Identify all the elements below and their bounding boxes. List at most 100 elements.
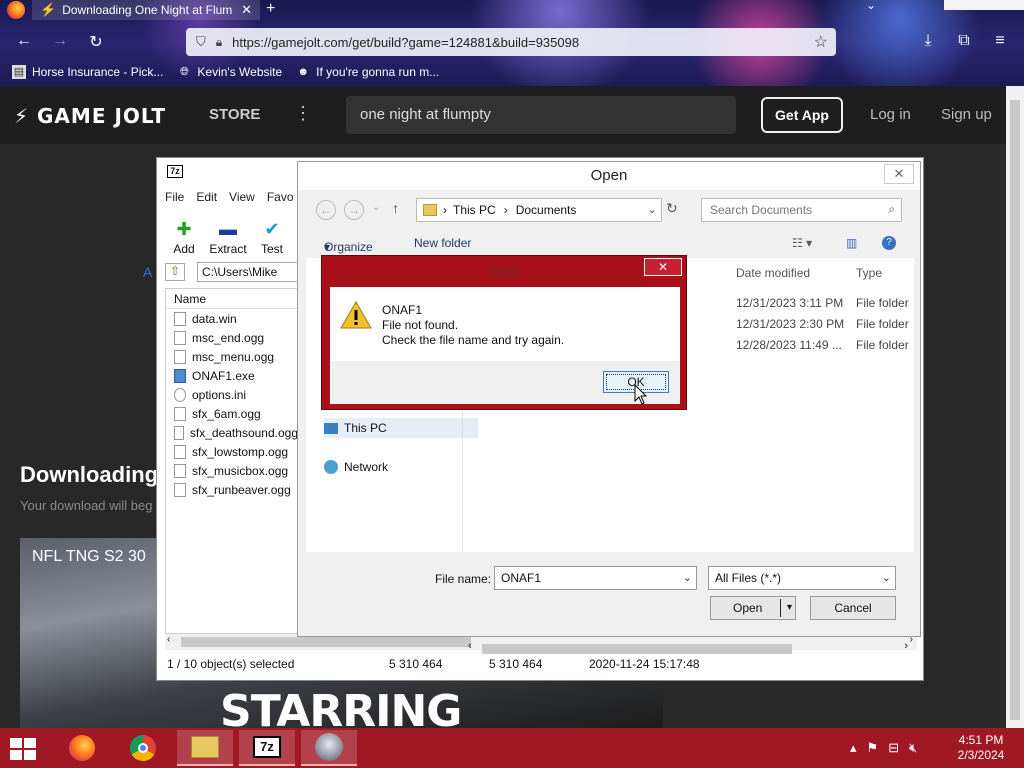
downloads-icon[interactable]: ⤓ <box>918 32 938 50</box>
file-name-input[interactable]: ONAF1 ⌄ <box>494 566 697 590</box>
site-search-input[interactable]: one night at flumpty <box>346 96 736 134</box>
error-close-button[interactable]: ✕ <box>644 258 682 276</box>
firefox-icon[interactable] <box>7 1 25 19</box>
bookmark-horse-insurance[interactable]: ▤ Horse Insurance - Pick... <box>12 65 163 79</box>
new-tab-button[interactable]: + <box>266 0 275 18</box>
windows-start-icon[interactable] <box>10 738 38 760</box>
folder-row[interactable]: 12/31/2023 3:11 PM File folder <box>736 296 909 310</box>
breadcrumb-documents[interactable]: Documents <box>516 203 577 217</box>
menu-file[interactable]: File <box>165 190 184 204</box>
extensions-icon[interactable]: ⧉ <box>954 32 974 50</box>
search-documents-input[interactable]: Search Documents ⌕ <box>701 198 902 222</box>
breadcrumb[interactable]: › This PC › Documents ⌄ <box>416 198 662 222</box>
store-link[interactable]: STORE <box>209 106 260 123</box>
taskbar-file-explorer[interactable] <box>177 730 233 766</box>
menu-edit[interactable]: Edit <box>196 190 217 204</box>
gamejolt-logo[interactable]: ⚡ GAME JOLT <box>14 104 166 128</box>
view-options-icon[interactable]: ☷ ▾ <box>792 236 812 250</box>
bookmark-star-icon[interactable]: ☆ <box>814 32 828 52</box>
tab-list-chevron-icon[interactable]: ⌄ <box>866 0 876 12</box>
recent-locations-icon[interactable]: ⌄ <box>372 202 380 213</box>
help-icon[interactable]: ? <box>882 236 896 250</box>
back-icon[interactable]: ← <box>316 200 336 220</box>
url-text[interactable]: https://gamejolt.com/get/build?game=1248… <box>232 35 579 50</box>
bookmark-kevins-website[interactable]: 🌐︎ Kevin's Website <box>177 65 282 79</box>
scroll-left-icon[interactable]: ‹ <box>468 640 472 652</box>
folder-row[interactable]: 12/28/2023 11:49 ... File folder <box>736 338 909 352</box>
preview-pane-icon[interactable]: ▥ <box>846 236 857 250</box>
open-dialog-hscrollbar[interactable]: ‹ › <box>466 640 910 656</box>
flag-icon[interactable]: ⚑ <box>867 740 879 756</box>
file-name: ONAF1.exe <box>192 368 255 383</box>
partial-link[interactable]: A <box>143 264 152 280</box>
chevron-down-icon[interactable]: ⌄ <box>683 571 692 584</box>
file-row[interactable]: data.win <box>166 309 298 328</box>
folder-row[interactable]: 12/31/2023 2:30 PM File folder <box>736 317 909 331</box>
lock-icon[interactable]: 🔒︎ <box>216 35 222 50</box>
7zip-hscroll-thumb[interactable] <box>181 637 471 647</box>
page-scrollbar[interactable] <box>1006 86 1024 728</box>
column-type[interactable]: Type <box>856 266 882 280</box>
breadcrumb-this-pc[interactable]: This PC <box>453 203 496 217</box>
scroll-right-icon[interactable]: › <box>904 640 908 652</box>
volume-muted-icon[interactable]: 🔇︎ <box>909 740 917 756</box>
reload-icon[interactable]: ↻ <box>86 32 106 52</box>
open-dialog-hscroll-thumb[interactable] <box>482 644 792 654</box>
menu-view[interactable]: View <box>229 190 255 204</box>
column-date-modified[interactable]: Date modified <box>736 266 810 280</box>
file-row[interactable]: msc_menu.ogg <box>166 347 298 366</box>
chevron-down-icon[interactable]: ▾ <box>787 597 792 619</box>
file-type-select[interactable]: All Files (*.*) ⌄ <box>708 566 896 590</box>
clock-date: 2/3/2024 <box>957 748 1005 762</box>
more-vertical-icon[interactable]: ⋮ <box>294 103 312 124</box>
signup-link[interactable]: Sign up <box>941 106 992 123</box>
taskbar-7zip[interactable]: 7z <box>239 730 295 766</box>
network-icon[interactable]: ⊟ <box>888 740 899 756</box>
file-row[interactable]: sfx_musicbox.ogg <box>166 461 298 480</box>
file-row[interactable]: sfx_runbeaver.ogg <box>166 480 298 499</box>
refresh-icon[interactable]: ↻ <box>666 200 678 217</box>
back-icon[interactable]: ← <box>14 32 34 50</box>
chevron-down-icon[interactable]: ⌄ <box>882 571 891 584</box>
nav-this-pc[interactable]: This PC <box>324 418 478 438</box>
forward-icon[interactable]: → <box>344 200 364 220</box>
get-app-button[interactable]: Get App <box>761 97 843 133</box>
scroll-left-icon[interactable]: ‹ <box>167 634 170 645</box>
browser-tab[interactable]: ⚡ Downloading One Night at Flumpty ✕ <box>32 0 260 20</box>
nav-network[interactable]: Network <box>324 460 388 474</box>
login-link[interactable]: Log in <box>870 106 911 123</box>
file-row[interactable]: ONAF1.exe <box>166 366 298 385</box>
taskbar-firefox[interactable] <box>54 730 110 766</box>
name-column-header[interactable]: Name <box>166 289 298 309</box>
up-arrow-icon[interactable]: ↑ <box>392 200 399 216</box>
add-button[interactable]: ✚ Add <box>165 216 203 256</box>
tab-title: Downloading One Night at Flumpty <box>62 3 233 17</box>
taskbar-game[interactable] <box>301 730 357 766</box>
open-button[interactable]: Open ▾ <box>710 596 796 620</box>
extract-button[interactable]: ▬ Extract <box>209 216 247 256</box>
file-row[interactable]: options.ini <box>166 385 298 404</box>
file-row[interactable]: sfx_lowstomp.ogg <box>166 442 298 461</box>
chevron-down-icon[interactable]: ⌄ <box>648 203 657 216</box>
forward-icon[interactable]: → <box>50 32 70 50</box>
taskbar-chrome[interactable] <box>115 730 171 766</box>
file-row[interactable]: sfx_deathsound.ogg <box>166 423 298 442</box>
address-bar[interactable]: ⛉ 🔒︎ https://gamejolt.com/get/build?game… <box>186 28 836 56</box>
bookmark-if-youre-gonna[interactable]: ☻ If you're gonna run m... <box>296 65 439 79</box>
test-button[interactable]: ✔ Test <box>253 216 291 256</box>
clock[interactable]: 4:51 PM 2/3/2024 <box>950 733 1012 763</box>
open-dialog-close-button[interactable]: ✕ <box>884 164 914 184</box>
file-name: sfx_lowstomp.ogg <box>192 444 289 459</box>
page-scrollbar-thumb[interactable] <box>1010 100 1020 720</box>
window-controls[interactable] <box>944 0 1024 10</box>
file-row[interactable]: sfx_6am.ogg <box>166 404 298 423</box>
menu-icon[interactable]: ≡ <box>990 32 1010 50</box>
new-folder-button[interactable]: New folder <box>414 236 471 250</box>
cancel-button[interactable]: Cancel <box>810 596 896 620</box>
file-row[interactable]: msc_end.ogg <box>166 328 298 347</box>
close-tab-icon[interactable]: ✕ <box>241 2 252 18</box>
up-folder-icon[interactable]: ⇧ <box>165 263 185 281</box>
show-hidden-icons-icon[interactable]: ▴ <box>850 740 857 756</box>
shield-icon[interactable]: ⛉ <box>196 34 206 50</box>
menu-favorites[interactable]: Favo <box>267 190 294 204</box>
